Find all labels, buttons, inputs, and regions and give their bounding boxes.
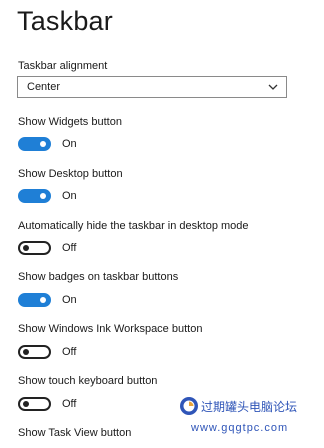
taskbar-alignment-value: Center [27, 81, 61, 93]
watermark-text: 过期罐头电脑论坛 [201, 400, 298, 414]
auto-hide-taskbar-label: Automatically hide the taskbar in deskto… [18, 220, 249, 232]
show-desktop-state: On [62, 190, 77, 202]
toggle-knob [40, 297, 46, 303]
show-desktop-toggle[interactable] [18, 189, 51, 203]
forum-logo-icon [180, 397, 198, 415]
auto-hide-taskbar-state: Off [62, 242, 77, 254]
taskbar-alignment-select[interactable]: Center [17, 76, 287, 98]
toggle-knob [40, 141, 46, 147]
show-badges-label: Show badges on taskbar buttons [18, 271, 179, 283]
show-widgets-toggle[interactable] [18, 137, 51, 151]
site-watermark: 过期罐头电脑论坛 www.gqgtpc.com [179, 392, 321, 442]
toggle-knob [40, 193, 46, 199]
watermark-url: www.gqgtpc.com [191, 422, 289, 434]
page-title: Taskbar [17, 6, 113, 36]
show-task-view-label: Show Task View button [18, 427, 132, 439]
show-ink-workspace-state: Off [62, 346, 77, 358]
toggle-knob [23, 245, 29, 251]
show-desktop-label: Show Desktop button [18, 168, 123, 180]
show-badges-toggle[interactable] [18, 293, 51, 307]
show-touch-keyboard-state: Off [62, 398, 77, 410]
taskbar-alignment-label: Taskbar alignment [18, 60, 108, 72]
toggle-knob [23, 349, 29, 355]
show-widgets-state: On [62, 138, 77, 150]
show-badges-state: On [62, 294, 77, 306]
taskbar-settings-page: Taskbar Taskbar alignment Center Show Wi… [0, 0, 324, 448]
show-ink-workspace-toggle[interactable] [18, 345, 51, 359]
auto-hide-taskbar-toggle[interactable] [18, 241, 51, 255]
toggle-knob [23, 401, 29, 407]
show-touch-keyboard-label: Show touch keyboard button [18, 375, 158, 387]
show-ink-workspace-label: Show Windows Ink Workspace button [18, 323, 203, 335]
show-touch-keyboard-toggle[interactable] [18, 397, 51, 411]
show-widgets-label: Show Widgets button [18, 116, 122, 128]
chevron-down-icon [268, 84, 278, 90]
